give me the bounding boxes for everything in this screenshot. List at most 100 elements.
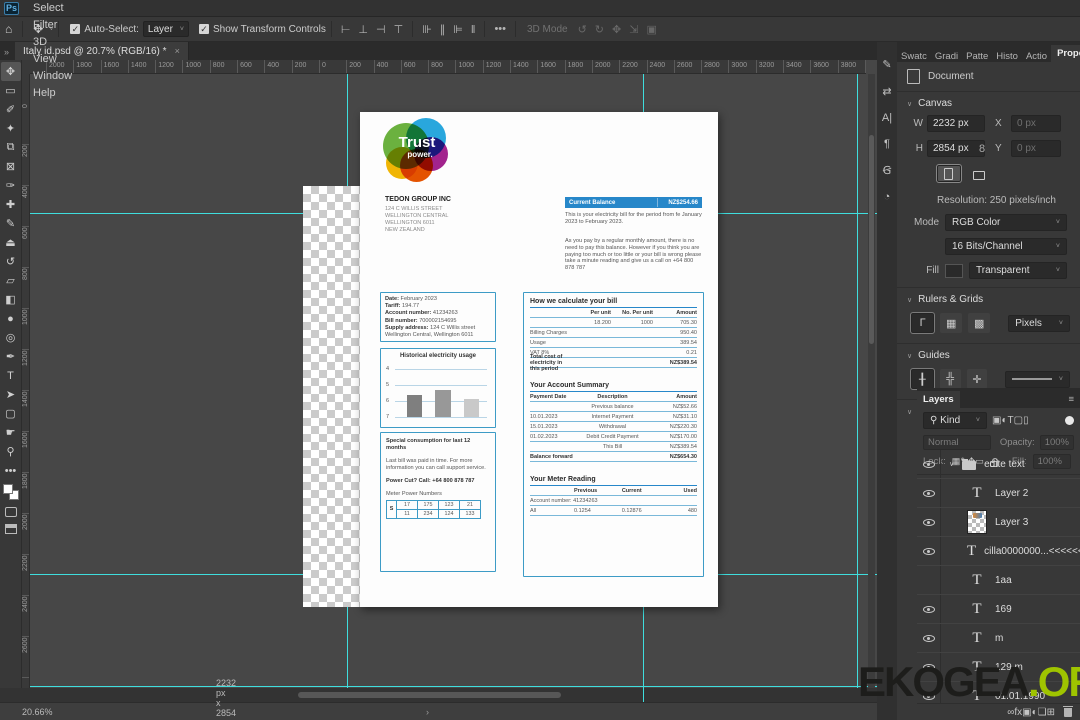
crop-tool[interactable]: ⧉ <box>1 138 21 157</box>
toggle-grid-button[interactable]: ▦ <box>940 313 963 333</box>
align-right-edges-icon[interactable]: ⊣ <box>372 24 390 36</box>
menu-item[interactable]: Filter <box>25 17 80 34</box>
healing-brush-tool[interactable]: ✚ <box>1 195 21 214</box>
menu-item[interactable]: Select <box>25 0 80 17</box>
clear-guides-button[interactable]: ✛ <box>966 369 988 389</box>
layer-row[interactable]: ∨ T edite text <box>917 450 1080 479</box>
hand-tool[interactable]: ☛ <box>1 423 21 442</box>
quick-mask-icon[interactable] <box>4 507 17 517</box>
edit-toolbar[interactable]: ••• <box>1 461 21 480</box>
more-options-icon[interactable]: ••• <box>490 23 510 35</box>
layer-filter-kind-dropdown[interactable]: ⚲ Kind ˅ <box>923 412 987 429</box>
quick-selection-tool[interactable]: ✦ <box>1 119 21 138</box>
landscape-orientation-button[interactable] <box>967 165 991 185</box>
collapse-chevron-icon[interactable]: ∨ <box>907 296 912 304</box>
auto-select-target-dropdown[interactable]: Layer ˅ <box>142 21 189 37</box>
canvas-width-field[interactable]: 2232 px <box>927 115 985 132</box>
layer-style-icon[interactable]: fx <box>1014 707 1022 718</box>
guides-section-header[interactable]: Guides <box>918 350 950 361</box>
tab-layers[interactable]: Layers <box>917 391 960 408</box>
horizontal-scrollbar[interactable] <box>0 688 877 702</box>
libraries-panel-icon[interactable]: ◔ <box>884 191 891 203</box>
layer-row[interactable]: ∨ T 1aa <box>917 566 1080 595</box>
group-expand-chevron-icon[interactable]: ∨ <box>949 460 954 468</box>
frame-tool[interactable]: ⊠ <box>1 157 21 176</box>
layer-filter-toggle[interactable] <box>1065 416 1074 425</box>
menu-item[interactable]: Window <box>25 68 80 85</box>
visibility-toggle[interactable] <box>917 624 941 652</box>
filter-shape-layers-icon[interactable]: ▢ <box>1014 415 1023 426</box>
collapse-chevron-icon[interactable]: ∨ <box>907 100 912 108</box>
brushes-panel-icon[interactable]: ✎ <box>882 58 891 71</box>
marquee-tool[interactable]: ▭ <box>1 81 21 100</box>
pen-tool[interactable]: ✒ <box>1 347 21 366</box>
zoom-level-field[interactable]: 20.66% <box>22 707 82 717</box>
type-tool[interactable]: T <box>1 366 21 385</box>
panel-tab[interactable]: Actio <box>1022 48 1051 65</box>
status-chevron-icon[interactable]: › <box>426 707 429 717</box>
layer-row[interactable]: ∨ T Layer 3 <box>917 508 1080 537</box>
guide-horizontal[interactable] <box>30 686 877 687</box>
opacity-field[interactable]: 100% <box>1039 435 1074 450</box>
panel-tab[interactable]: Swatc <box>897 48 931 65</box>
distribute-right-icon[interactable]: ⊫ <box>449 24 467 36</box>
menu-item[interactable]: Help <box>25 85 80 102</box>
layer-row[interactable]: ∨ T m <box>917 624 1080 653</box>
glyphs-panel-icon[interactable]: Ꞡ <box>883 164 892 177</box>
canvas-pasteboard[interactable]: Trust power. TEDON GROUP INC 124 C WILLI… <box>30 74 877 688</box>
link-dimensions-icon[interactable]: 8 <box>979 143 995 155</box>
show-transform-checkbox[interactable]: ✓ <box>199 24 209 34</box>
collapse-chevron-icon[interactable]: ∨ <box>907 352 912 360</box>
shape-tool[interactable]: ▢ <box>1 404 21 423</box>
vertical-ruler[interactable]: 0 200 400 600 800 1000 1200 1400 1600 1800 2000 220… <box>22 74 30 688</box>
tab-properties[interactable]: Properties <box>1051 45 1080 62</box>
paragraph-panel-icon[interactable]: ¶ <box>884 138 890 150</box>
adjustments-panel-icon[interactable]: ⇄ <box>882 85 891 98</box>
panel-tab[interactable]: Patte <box>962 48 992 65</box>
home-icon[interactable]: ⌂ <box>0 22 17 36</box>
vertical-scrollbar[interactable] <box>868 74 875 688</box>
menu-item[interactable]: View <box>25 51 80 68</box>
align-vertical-centers-icon[interactable]: ⊥ <box>354 24 372 36</box>
new-group-icon[interactable]: ❏ <box>1038 707 1047 718</box>
history-brush-tool[interactable]: ↺ <box>1 252 21 271</box>
character-panel-icon[interactable]: A| <box>882 112 892 124</box>
layer-row[interactable]: ∨ T 169 <box>917 595 1080 624</box>
visibility-toggle[interactable] <box>917 566 941 594</box>
lasso-tool[interactable]: ✐ <box>1 100 21 119</box>
guide-style-dropdown[interactable]: ˅ <box>1005 370 1070 388</box>
new-layer-icon[interactable]: ⊞ <box>1047 707 1055 718</box>
align-top-edges-icon[interactable]: ⊤ <box>390 24 408 36</box>
distribute-center-icon[interactable]: ∥ <box>436 24 450 36</box>
color-mode-dropdown[interactable]: RGB Color ˅ <box>945 214 1067 231</box>
layer-mask-icon[interactable]: ▣ <box>1022 707 1031 718</box>
layer-thumbnail[interactable] <box>967 510 987 534</box>
blur-tool[interactable]: ● <box>1 309 21 328</box>
delete-layer-icon[interactable] <box>1063 705 1073 717</box>
canvas-height-field[interactable]: 2854 px <box>927 140 985 157</box>
visibility-toggle[interactable] <box>917 595 941 623</box>
eraser-tool[interactable]: ▱ <box>1 271 21 290</box>
clone-stamp-tool[interactable]: ⏏ <box>1 233 21 252</box>
filter-smart-objects-icon[interactable]: ▯ <box>1023 415 1029 426</box>
path-select-tool[interactable]: ➤ <box>1 385 21 404</box>
screen-mode-icon[interactable] <box>4 524 17 534</box>
panel-menu-icon[interactable]: ≡ <box>1068 394 1080 408</box>
menu-item[interactable]: 3D <box>25 34 80 51</box>
brush-tool[interactable]: ✎ <box>1 214 21 233</box>
fill-dropdown[interactable]: Transparent ˅ <box>969 262 1067 279</box>
canvas-section-header[interactable]: Canvas <box>918 98 952 109</box>
visibility-toggle[interactable] <box>917 450 941 478</box>
layer-row[interactable]: ∨ T Layer 2 <box>917 479 1080 508</box>
toggle-guides-button[interactable]: ╂ <box>910 368 935 390</box>
guide-layout-button[interactable]: ╬ <box>939 369 961 389</box>
fill-swatch[interactable] <box>945 263 963 278</box>
distribute-left-icon[interactable]: ⊪ <box>418 24 436 36</box>
portrait-orientation-button[interactable] <box>936 164 962 183</box>
visibility-toggle[interactable] <box>917 537 941 565</box>
bit-depth-dropdown[interactable]: 16 Bits/Channel ˅ <box>945 238 1067 255</box>
blend-mode-dropdown[interactable]: Normal <box>923 435 991 450</box>
gradient-tool[interactable]: ◧ <box>1 290 21 309</box>
dodge-tool[interactable]: ◎ <box>1 328 21 347</box>
zoom-tool[interactable]: ⚲ <box>1 442 21 461</box>
